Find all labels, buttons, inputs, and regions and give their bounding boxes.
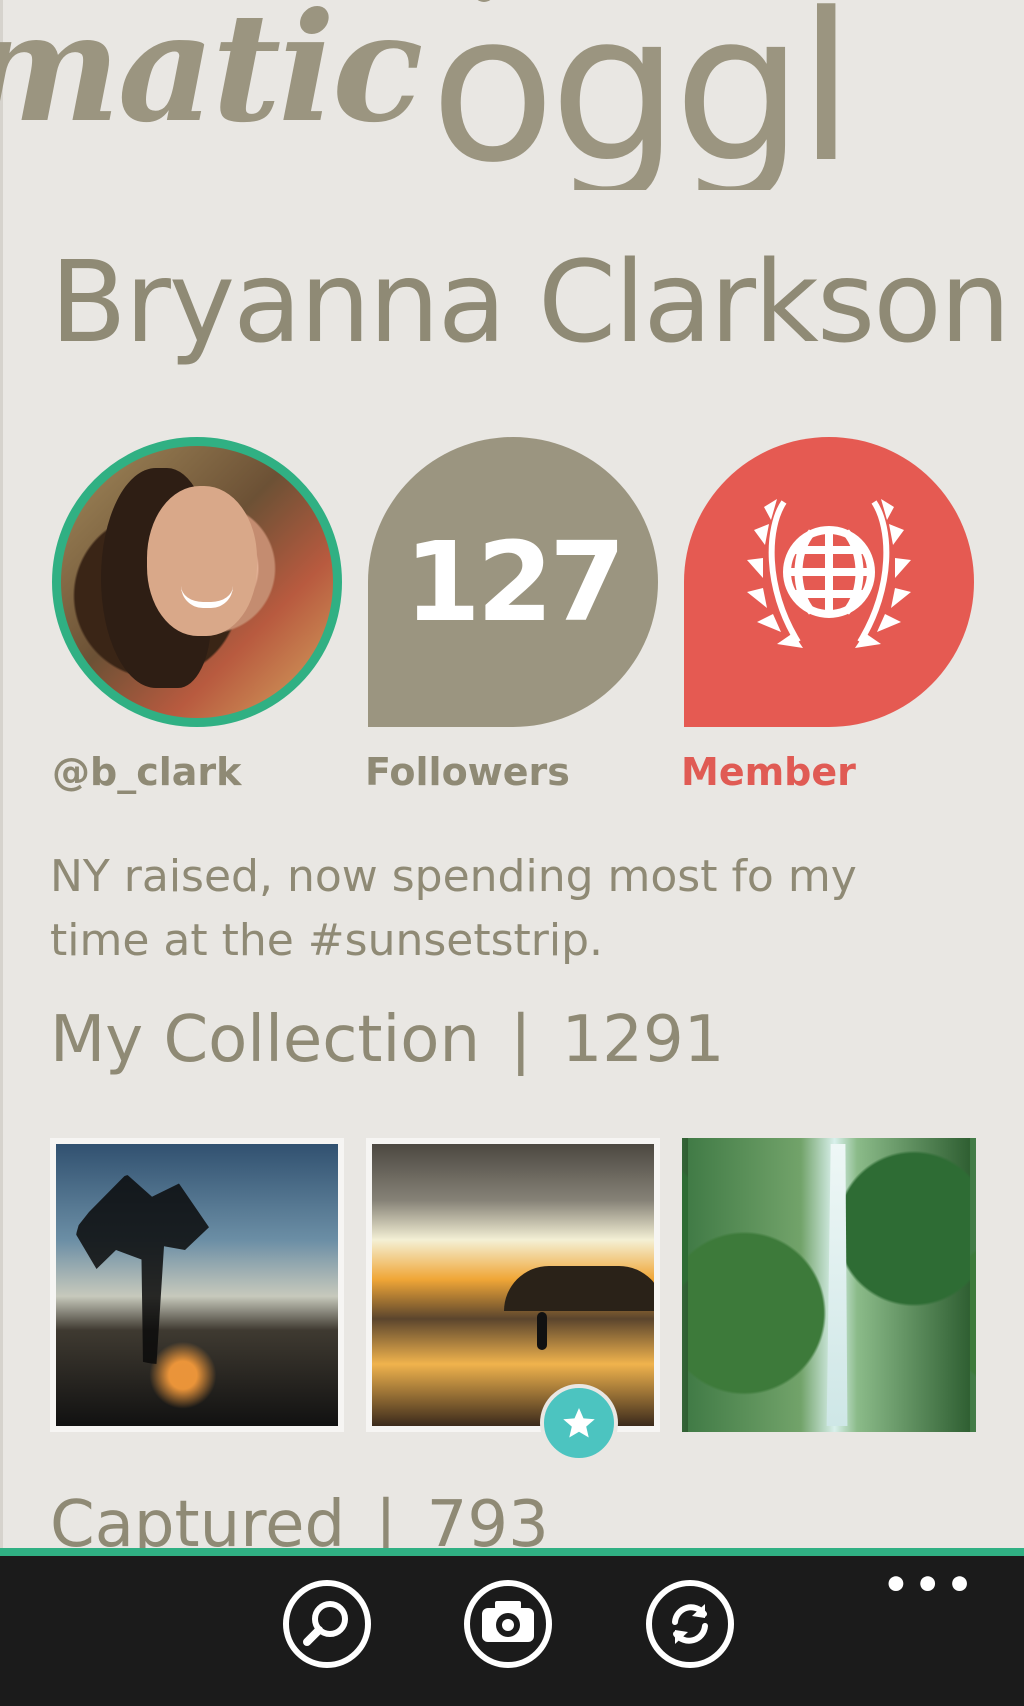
photo-thumbnail-waterfall[interactable] <box>682 1138 976 1432</box>
profile-page: matic oggl Bryanna Clarkson 127 @b_clark <box>0 0 1024 1706</box>
followers-label[interactable]: Followers <box>365 750 570 794</box>
collection-label: My Collection <box>50 1003 480 1077</box>
avatar-face <box>147 486 257 636</box>
search-icon <box>303 1601 348 1646</box>
followers-tile[interactable]: 127 <box>368 437 658 727</box>
profile-bio: NY raised, now spending most fo my time … <box>50 851 857 966</box>
refresh-button[interactable] <box>646 1580 734 1668</box>
favorite-star-badge <box>540 1384 618 1462</box>
camera-button[interactable] <box>464 1580 552 1668</box>
brand-title: oggl <box>430 0 855 190</box>
photo-thumbnail-sunset-tree[interactable] <box>50 1138 344 1432</box>
avatar[interactable] <box>52 437 342 727</box>
person-silhouette <box>537 1312 547 1350</box>
camera-icon <box>482 1601 534 1642</box>
waterfall-stream <box>826 1144 848 1426</box>
collection-heading[interactable]: My Collection | 1291 <box>50 1003 724 1077</box>
search-button[interactable] <box>283 1580 371 1668</box>
user-handle[interactable]: @b_clark <box>52 750 241 794</box>
refresh-icon <box>672 1604 708 1644</box>
hill-silhouette <box>504 1266 654 1311</box>
tree-silhouette <box>74 1174 209 1364</box>
collection-count: 1291 <box>561 1003 725 1077</box>
collection-separator: | <box>510 1003 532 1077</box>
laurel-globe-icon <box>747 499 911 648</box>
photo-thumbnail-beach-sunset[interactable] <box>366 1138 660 1432</box>
collection-thumbnails <box>50 1138 980 1434</box>
star-icon <box>563 1408 595 1438</box>
followers-count: 127 <box>404 518 626 646</box>
member-label[interactable]: Member <box>681 750 856 794</box>
profile-name: Bryanna Clarkson <box>50 238 1011 368</box>
more-options-button[interactable]: ••• <box>882 1560 978 1609</box>
member-tile[interactable] <box>684 437 974 727</box>
previous-panorama-title[interactable]: matic <box>0 0 424 156</box>
panorama-header: matic oggl <box>0 0 1024 190</box>
accent-divider <box>0 1548 1024 1556</box>
application-bar: ••• <box>0 1556 1024 1706</box>
